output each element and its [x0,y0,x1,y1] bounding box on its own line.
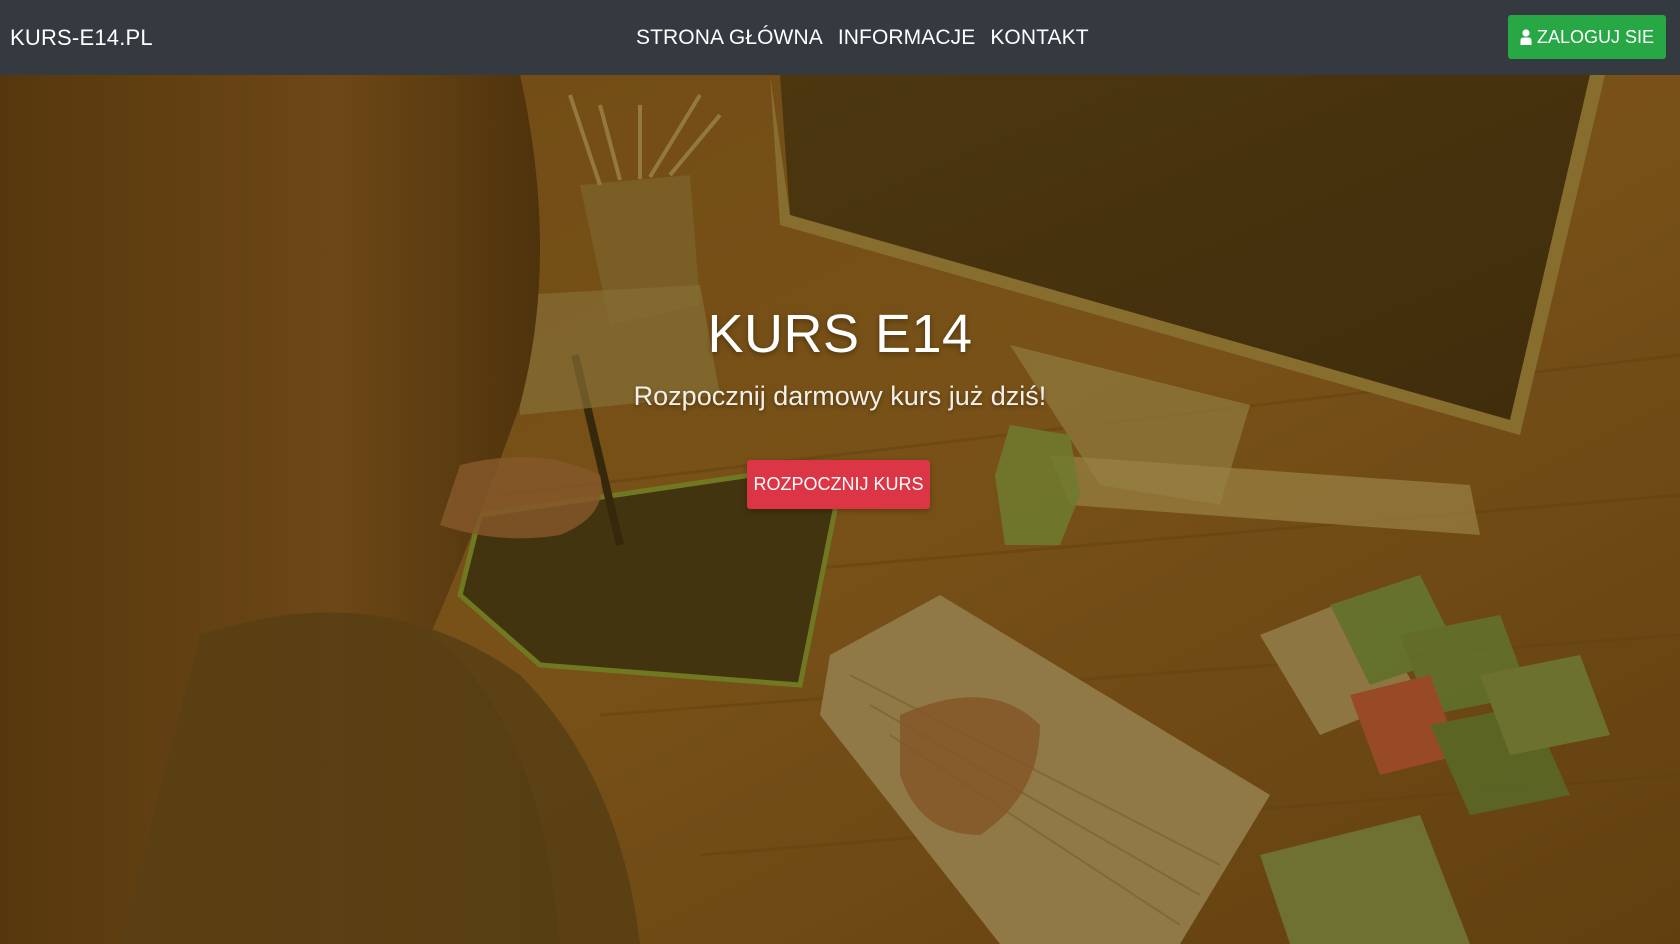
main-nav: STRONA GŁÓWNA INFORMACJE KONTAKT [636,0,1089,75]
hero-subtitle: Rozpocznij darmowy kurs już dziś! [633,381,1047,411]
nav-link-home[interactable]: STRONA GŁÓWNA [636,26,823,50]
nav-link-contact[interactable]: KONTAKT [990,26,1088,50]
top-navbar: KURS-E14.PL STRONA GŁÓWNA INFORMACJE KON… [0,0,1680,75]
login-button-label: ZALOGUJ SIE [1536,26,1654,47]
hero-title: KURS E14 [707,304,973,364]
login-button[interactable]: ZALOGUJ SIE [1507,15,1666,59]
user-icon [1520,29,1532,45]
brand-logo-link[interactable]: KURS-E14.PL [10,0,153,75]
hero-section: KURS E14 Rozpocznij darmowy kurs już dzi… [0,75,1680,944]
hero-overlay [0,75,1680,944]
nav-link-info[interactable]: INFORMACJE [838,26,976,50]
start-course-button[interactable]: ROZPOCZNIJ KURS [747,460,930,509]
